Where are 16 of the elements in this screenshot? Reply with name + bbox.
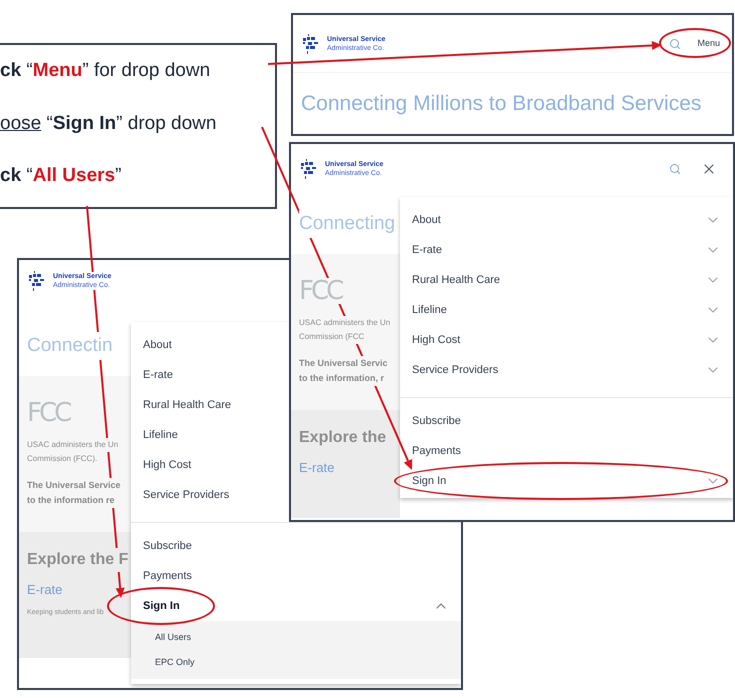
intro-text: Commission (FCC [299, 330, 364, 344]
page-heading: Connecting Millions to Broadband Services [301, 90, 702, 117]
intro-text: Commission (FCC). [27, 452, 98, 466]
body-text: The Universal Servic [299, 356, 388, 371]
fcc-logo: FCC [299, 278, 346, 304]
body-text: to the information, r [299, 371, 384, 386]
body-text: to the information re [27, 493, 114, 508]
body-text: The Universal Service [27, 478, 121, 493]
instruction-text: ck “All Users” [0, 164, 122, 188]
page-heading: Connecting [299, 210, 396, 238]
section-heading: Explore the F [27, 548, 128, 572]
intro-text: USAC administers the Un [299, 316, 390, 330]
intro-text: USAC administers the Un [27, 438, 118, 452]
page-heading: Connectin [27, 332, 113, 360]
instruction-text: ck “Menu” for drop down [0, 59, 212, 84]
instruction-text: oose “Sign In” drop down [0, 112, 218, 136]
